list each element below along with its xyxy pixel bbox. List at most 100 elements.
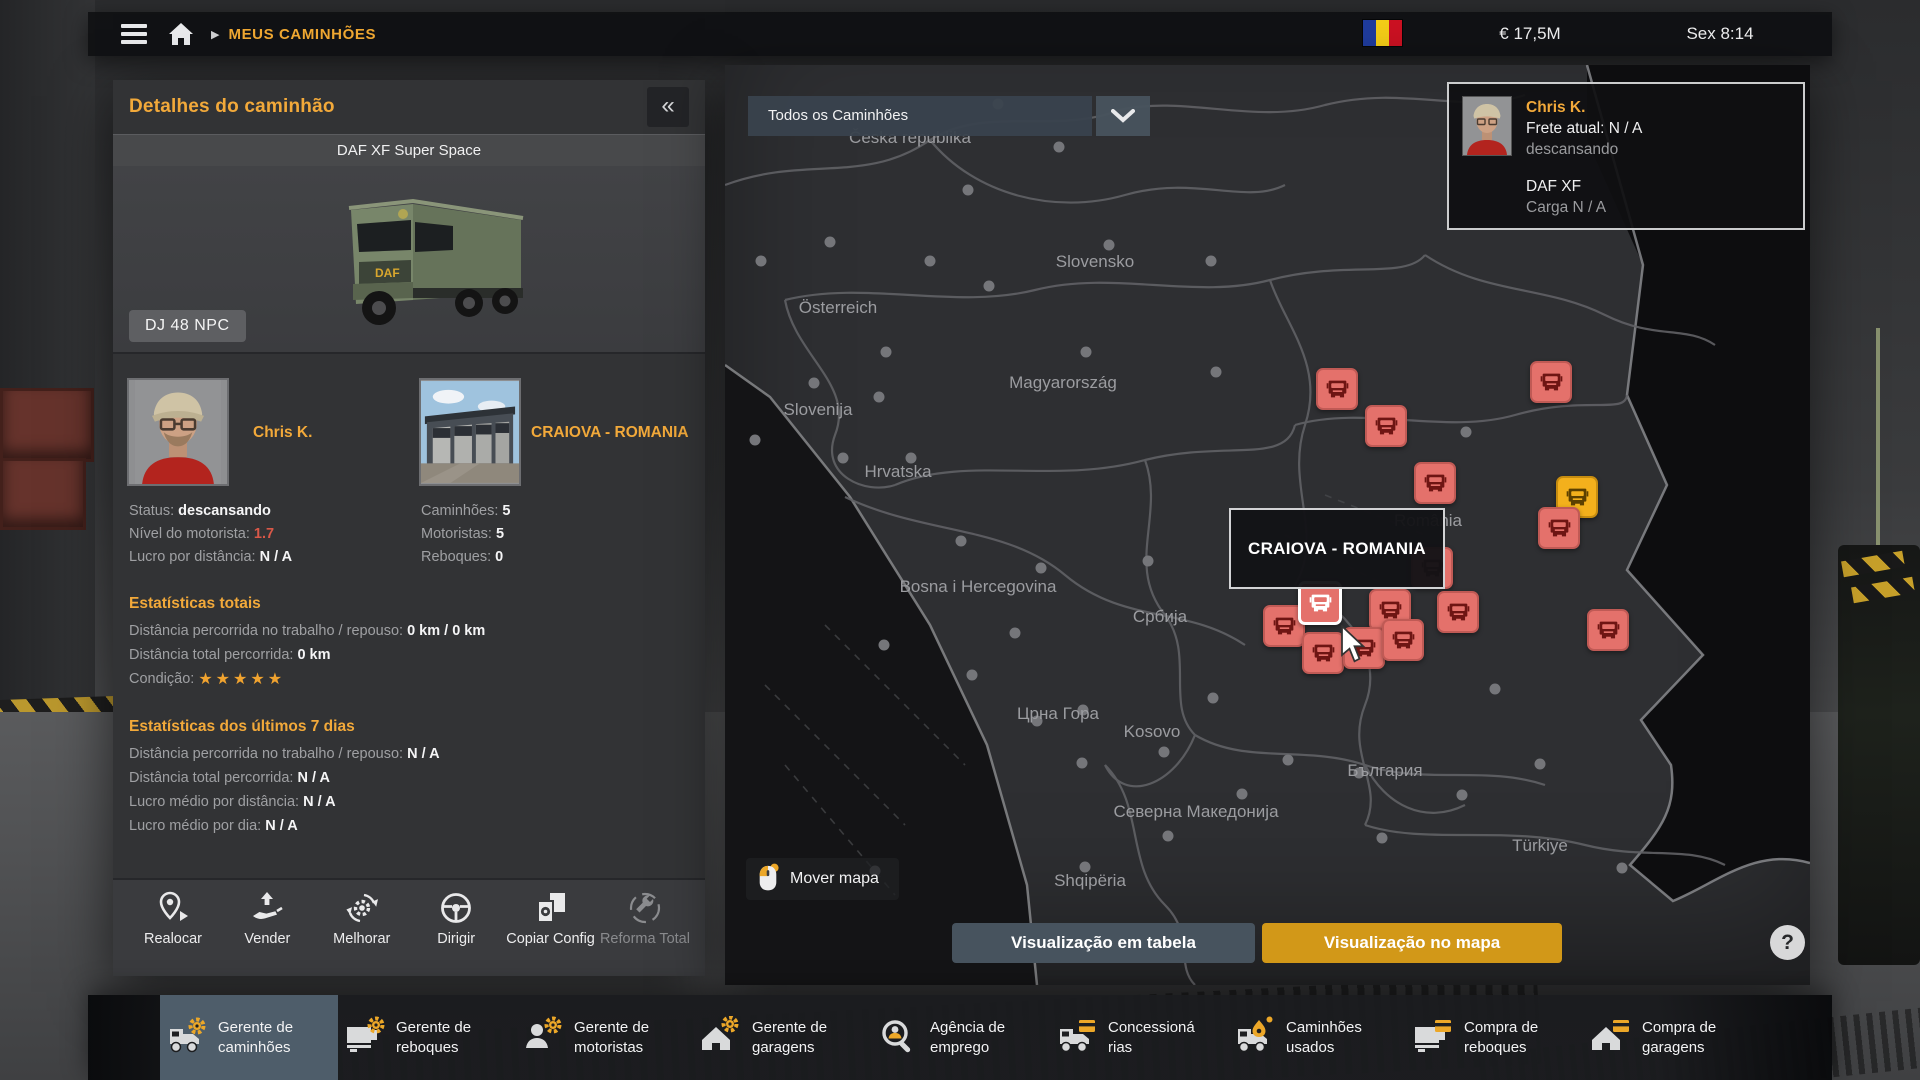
nav-label: Gerente degaragens bbox=[752, 1018, 827, 1058]
mouse-icon bbox=[756, 863, 780, 896]
nav-truck-manager[interactable]: Gerente decaminhões bbox=[160, 995, 338, 1080]
driver-name[interactable]: Chris K. bbox=[253, 423, 312, 442]
stats-total-title: Estatísticas totais bbox=[129, 595, 689, 613]
trailer-purchase-icon bbox=[1410, 1016, 1454, 1060]
action-label: Copiar Config bbox=[506, 931, 595, 947]
garage-trucks-label: Caminhões: bbox=[421, 503, 498, 519]
stats-week-title: Estatísticas dos últimos 7 dias bbox=[129, 718, 689, 736]
truck-image: DAF DJ 48 NPC bbox=[113, 166, 705, 352]
truck-marker[interactable] bbox=[1587, 609, 1629, 651]
card-freight: Frete atual: N / A bbox=[1526, 118, 1642, 139]
truck-marker[interactable] bbox=[1538, 507, 1580, 549]
city-dot bbox=[1036, 563, 1047, 574]
nav-trailer-purchase[interactable]: Compra dereboques bbox=[1406, 995, 1584, 1080]
condition-label: Condição: bbox=[129, 671, 194, 687]
action-label: Vender bbox=[244, 931, 290, 947]
game-time: Sex 8:14 bbox=[1630, 12, 1810, 56]
garage-name[interactable]: CRAIOVA - ROMANIA bbox=[531, 423, 689, 442]
svg-text:DAF: DAF bbox=[375, 266, 400, 280]
realocar-button[interactable]: Realocar bbox=[127, 890, 219, 976]
truck-actions-bar: Realocar Vender Melhorar Dirigir Copiar Conf… bbox=[113, 878, 705, 976]
top-bar: ▶ MEUS CAMINHÕES € 17,5M Sex 8:14 bbox=[88, 12, 1832, 56]
garage-trailers-label: Reboques: bbox=[421, 549, 491, 565]
city-dot bbox=[1237, 789, 1248, 800]
driver-portrait bbox=[129, 380, 227, 484]
nav-used-trucks[interactable]: Caminhõesusados bbox=[1228, 995, 1406, 1080]
nav-label: Gerente decaminhões bbox=[218, 1018, 293, 1058]
active-driver-card[interactable]: Chris K. Frete atual: N / A descansando … bbox=[1447, 82, 1805, 230]
card-truck: DAF XF bbox=[1526, 176, 1642, 197]
stat-row: Distância percorrida no trabalho / repou… bbox=[129, 742, 689, 766]
crate bbox=[0, 388, 94, 462]
card-driver-name: Chris K. bbox=[1526, 97, 1642, 118]
nav-label: Agência deemprego bbox=[930, 1018, 1005, 1058]
truck-render: DAF bbox=[263, 170, 563, 348]
truck-marker[interactable] bbox=[1316, 368, 1358, 410]
garage-drivers-label: Motoristas: bbox=[421, 526, 492, 542]
garage-summary: CRAIOVA - ROMANIA Caminhões: 5 Motorista… bbox=[421, 380, 689, 569]
panel-title: Detalhes do caminhão bbox=[129, 96, 335, 118]
copiar-config-button[interactable]: Copiar Config bbox=[505, 890, 597, 976]
action-label: Dirigir bbox=[437, 931, 475, 947]
copy-config-icon bbox=[533, 890, 569, 926]
nav-dealership[interactable]: Concessionárias bbox=[1050, 995, 1228, 1080]
profit-per-distance-label: Lucro por distância: bbox=[129, 549, 256, 565]
country-label: Северна Македонија bbox=[1113, 802, 1278, 822]
dirigir-button[interactable]: Dirigir bbox=[410, 890, 502, 976]
city-dot bbox=[1163, 831, 1174, 842]
move-map-label: Mover mapa bbox=[790, 870, 879, 888]
collapse-panel-button[interactable]: « bbox=[647, 87, 689, 127]
truck-marker[interactable] bbox=[1365, 405, 1407, 447]
profit-per-distance-value: N / A bbox=[260, 549, 293, 565]
country-label: Magyarország bbox=[1009, 373, 1117, 393]
truck-filter-dropdown[interactable]: Todos os Caminhões bbox=[748, 96, 1092, 136]
melhorar-button[interactable]: Melhorar bbox=[316, 890, 408, 976]
home-icon[interactable] bbox=[169, 23, 193, 45]
action-label: Reforma Total bbox=[600, 931, 690, 947]
chevron-down-icon[interactable] bbox=[1096, 96, 1150, 136]
city-dot bbox=[1206, 256, 1217, 267]
nav-garage-manager[interactable]: Gerente degaragens bbox=[694, 995, 872, 1080]
truck-marker[interactable] bbox=[1530, 361, 1572, 403]
truck-marker[interactable] bbox=[1414, 462, 1456, 504]
city-dot bbox=[967, 670, 978, 681]
card-status: descansando bbox=[1526, 139, 1642, 160]
nav-trailer-manager[interactable]: Gerente dereboques bbox=[338, 995, 516, 1080]
city-dot bbox=[1104, 240, 1115, 251]
stats-week-rows: Distância percorrida no trabalho / repou… bbox=[129, 742, 689, 838]
driver-summary: Chris K. Status: descansando Nível do mo… bbox=[129, 380, 421, 569]
nav-garage-purchase[interactable]: Compra degaragens bbox=[1584, 995, 1762, 1080]
city-dot bbox=[963, 185, 974, 196]
trailer-manager-icon bbox=[342, 1016, 386, 1060]
table-view-button[interactable]: Visualização em tabela bbox=[952, 923, 1255, 963]
garage-wall bbox=[0, 0, 95, 700]
city-dot bbox=[984, 281, 995, 292]
city-dot bbox=[1457, 790, 1468, 801]
garage-drivers-value: 5 bbox=[496, 526, 504, 542]
nav-label: Compra degaragens bbox=[1642, 1018, 1716, 1058]
nav-driver-manager[interactable]: Gerente demotoristas bbox=[516, 995, 694, 1080]
nav-label: Gerente demotoristas bbox=[574, 1018, 649, 1058]
map-view-button[interactable]: Visualização no mapa bbox=[1262, 923, 1562, 963]
city-dot bbox=[1211, 367, 1222, 378]
vender-button[interactable]: Vender bbox=[221, 890, 313, 976]
relocate-pin-icon bbox=[155, 890, 191, 926]
truck-marker[interactable] bbox=[1382, 619, 1424, 661]
driver-level-label: Nível do motorista: bbox=[129, 526, 250, 542]
stat-row: Distância total percorrida: 0 km bbox=[129, 643, 689, 667]
mouse-cursor-icon bbox=[1337, 625, 1367, 670]
status-label: Status: bbox=[129, 503, 174, 519]
stat-row: Distância percorrida no trabalho / repou… bbox=[129, 619, 689, 643]
help-button[interactable]: ? bbox=[1770, 925, 1805, 960]
nav-label: Caminhõesusados bbox=[1286, 1018, 1362, 1058]
country-label: Österreich bbox=[799, 298, 877, 318]
menu-icon[interactable] bbox=[121, 24, 147, 44]
city-dot bbox=[1461, 427, 1472, 438]
country-label: България bbox=[1347, 761, 1422, 781]
truck-marker[interactable] bbox=[1437, 591, 1479, 633]
nav-label: Compra dereboques bbox=[1464, 1018, 1538, 1058]
garage-purchase-icon bbox=[1588, 1016, 1632, 1060]
city-dot bbox=[1283, 755, 1294, 766]
city-dot bbox=[1377, 833, 1388, 844]
nav-job-agency[interactable]: Agência deemprego bbox=[872, 995, 1050, 1080]
